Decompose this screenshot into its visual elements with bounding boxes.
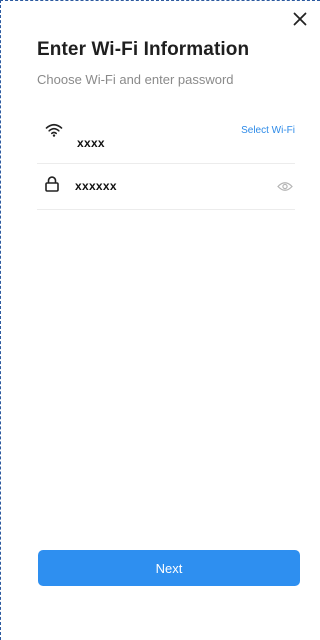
wifi-icon [45,123,63,142]
wifi-setup-screen: Enter Wi-Fi Information Choose Wi-Fi and… [0,0,320,640]
close-icon [293,12,307,26]
lock-icon [45,176,59,197]
page-subtitle: Choose Wi-Fi and enter password [37,72,234,87]
password-row: xxxxxx [37,163,295,210]
select-wifi-link[interactable]: Select Wi-Fi [241,125,295,136]
next-button[interactable]: Next [38,550,300,586]
close-button[interactable] [290,9,310,29]
eye-icon[interactable] [277,179,293,197]
wifi-ssid-value: xxxx [77,136,105,150]
wifi-network-row[interactable]: xxxx Select Wi-Fi [37,117,295,164]
page-title: Enter Wi-Fi Information [37,39,250,60]
password-field[interactable]: xxxxxx [75,179,117,193]
